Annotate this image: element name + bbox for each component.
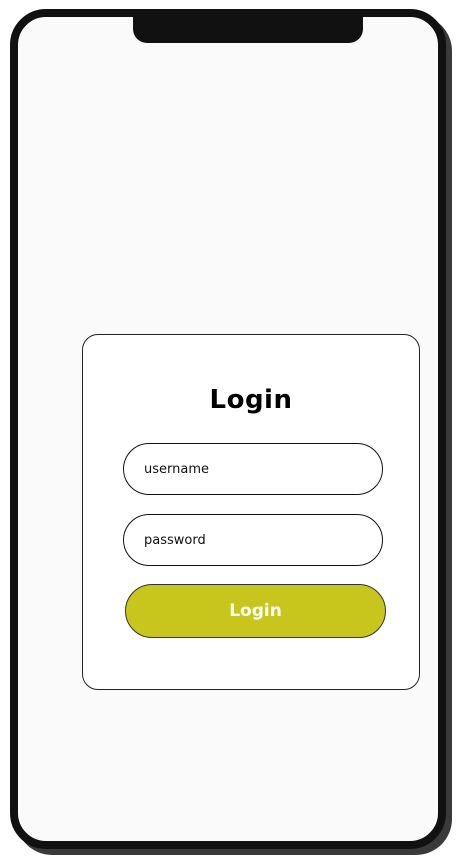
login-title: Login <box>209 385 293 415</box>
login-card: Login Login <box>82 334 420 690</box>
phone-frame: Login Login <box>10 9 446 849</box>
phone-notch <box>133 9 363 43</box>
login-button[interactable]: Login <box>125 584 386 638</box>
username-input[interactable] <box>123 443 383 495</box>
password-input[interactable] <box>123 514 383 566</box>
